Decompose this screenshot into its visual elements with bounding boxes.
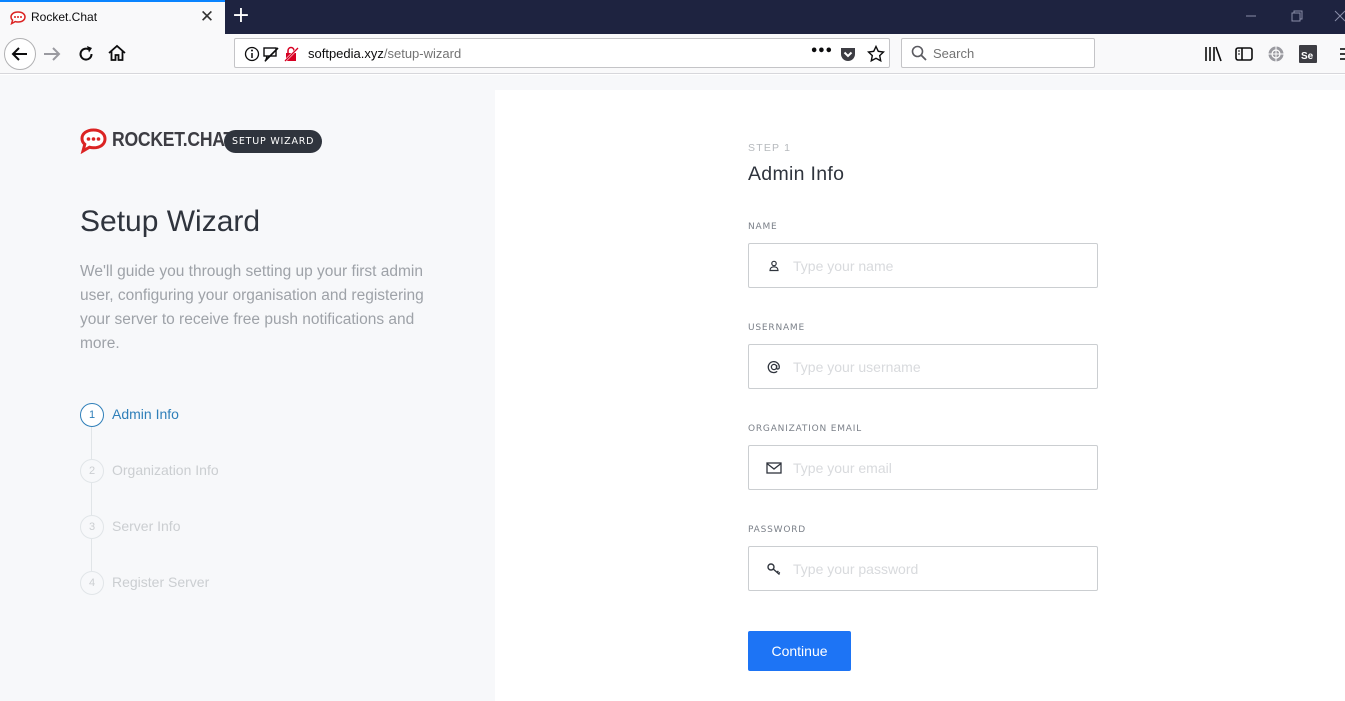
extension-globe-icon[interactable] xyxy=(1266,44,1286,64)
logo-wordmark: ROCKET.CHAT xyxy=(112,129,234,151)
step-number: 2 xyxy=(80,459,104,483)
close-window-icon[interactable] xyxy=(1333,8,1345,24)
step-label: Organization Info xyxy=(112,462,219,478)
browser-tab-strip: Rocket.Chat ✕ + xyxy=(0,0,1345,34)
page-title: Setup Wizard xyxy=(80,205,261,238)
forward-arrow-icon[interactable] xyxy=(42,44,62,64)
continue-button[interactable]: Continue xyxy=(748,631,851,671)
url-path: /setup-wizard xyxy=(383,46,462,61)
home-icon[interactable] xyxy=(107,43,127,63)
page-actions-menu-icon[interactable]: ••• xyxy=(810,44,833,59)
url-text[interactable]: softpedia.xyz/setup-wizard xyxy=(308,46,461,61)
username-label: USERNAME xyxy=(748,323,805,333)
sidebar-toggle-icon[interactable] xyxy=(1234,44,1254,64)
search-placeholder: Search xyxy=(933,46,975,61)
content-top-band xyxy=(495,75,1345,90)
setup-wizard-page: ROCKET.CHAT SETUP WIZARD Setup Wizard We… xyxy=(0,75,1345,701)
browser-toolbar: softpedia.xyz/setup-wizard ••• Search Se xyxy=(0,34,1345,74)
step-label: Register Server xyxy=(112,574,210,590)
tab-title: Rocket.Chat xyxy=(31,10,98,24)
library-icon[interactable] xyxy=(1203,44,1223,64)
step-number: 1 xyxy=(80,403,104,427)
wizard-sidebar: ROCKET.CHAT SETUP WIZARD Setup Wizard We… xyxy=(0,75,495,701)
step-connector xyxy=(91,539,92,571)
back-button[interactable] xyxy=(4,38,36,70)
form-title: Admin Info xyxy=(748,163,845,185)
username-input[interactable] xyxy=(793,345,1089,388)
hamburger-menu-icon[interactable] xyxy=(1337,44,1345,64)
minimize-icon[interactable] xyxy=(1243,8,1259,24)
search-icon xyxy=(911,45,927,61)
svg-text:Se: Se xyxy=(1301,51,1314,62)
rocket-chat-favicon-icon xyxy=(10,11,26,25)
permissions-icon[interactable] xyxy=(262,45,280,63)
bookmark-star-icon[interactable] xyxy=(867,45,885,63)
user-icon xyxy=(769,260,779,272)
pocket-icon[interactable] xyxy=(839,45,857,63)
step-connector xyxy=(91,483,92,515)
setup-wizard-badge: SETUP WIZARD xyxy=(224,130,323,153)
step-connector xyxy=(91,427,92,459)
password-field[interactable] xyxy=(748,546,1098,591)
step-number: 3 xyxy=(80,515,104,539)
name-label: NAME xyxy=(748,222,778,232)
reload-icon[interactable] xyxy=(76,44,96,64)
email-input[interactable] xyxy=(793,446,1089,489)
name-input[interactable] xyxy=(793,244,1089,287)
step-number: 4 xyxy=(80,571,104,595)
step-label: Admin Info xyxy=(112,406,179,422)
mail-icon xyxy=(766,462,782,474)
step-label: Server Info xyxy=(112,518,181,534)
name-field[interactable] xyxy=(748,243,1098,288)
key-icon xyxy=(767,563,781,576)
tab-close-icon[interactable]: ✕ xyxy=(199,8,215,26)
new-tab-plus-icon[interactable]: + xyxy=(230,4,252,28)
password-input[interactable] xyxy=(793,547,1089,590)
organization-email-field[interactable] xyxy=(748,445,1098,490)
url-domain: softpedia.xyz xyxy=(308,46,384,61)
organization-email-label: ORGANIZATION EMAIL xyxy=(748,424,862,434)
search-bar[interactable]: Search xyxy=(901,38,1095,68)
back-arrow-icon xyxy=(11,47,27,61)
password-label: PASSWORD xyxy=(748,525,807,535)
step-kicker: STEP 1 xyxy=(748,142,792,154)
selenium-extension-icon[interactable]: Se xyxy=(1298,44,1318,64)
username-field[interactable] xyxy=(748,344,1098,389)
restore-icon[interactable] xyxy=(1289,8,1305,24)
insecure-lock-icon[interactable] xyxy=(283,45,301,63)
browser-tab[interactable]: Rocket.Chat ✕ xyxy=(0,0,225,34)
url-bar[interactable]: softpedia.xyz/setup-wizard ••• xyxy=(234,38,890,68)
info-icon[interactable] xyxy=(243,45,261,63)
at-icon xyxy=(767,360,780,374)
wizard-description: We'll guide you through setting up your … xyxy=(80,263,424,352)
rocket-chat-logo-icon xyxy=(80,128,107,154)
